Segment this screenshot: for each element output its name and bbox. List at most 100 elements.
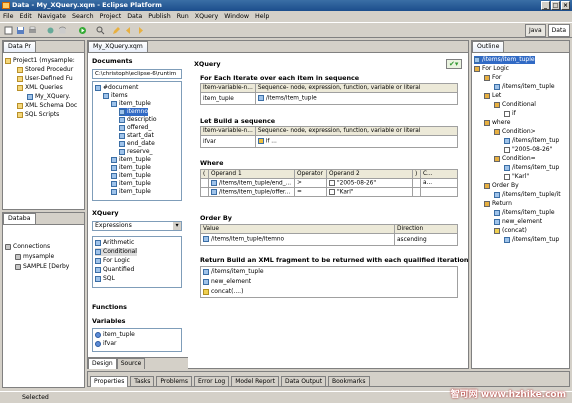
tree-item[interactable]: Conditional — [494, 101, 536, 109]
tree-item[interactable]: item_tuple — [111, 172, 151, 180]
table-row[interactable]: /items/item_tuple/itemno ascending — [200, 233, 458, 246]
database-icon[interactable] — [58, 26, 67, 35]
menu-project[interactable]: Project — [100, 11, 122, 22]
tree-item[interactable]: /items/item_tuple — [494, 209, 555, 217]
tree-item[interactable]: item_tuple — [111, 188, 151, 196]
for-section-title[interactable]: For Each Iterate over each item in seque… — [200, 74, 359, 82]
tab-my-xquery[interactable]: My_XQuery.xqm — [88, 41, 148, 52]
table-row[interactable]: ifvar if ... — [200, 135, 459, 148]
tree-item[interactable]: item_tuple — [111, 164, 151, 172]
tree-item[interactable]: "2005-08-26" — [504, 146, 552, 154]
tab-source[interactable]: Source — [116, 358, 146, 369]
documents-header[interactable]: Documents — [92, 57, 132, 65]
tree-item[interactable]: descriptio — [119, 116, 157, 124]
return-section-title[interactable]: Return Build an XML fragment to be retur… — [200, 256, 468, 264]
tree-item[interactable]: (concat) — [494, 227, 527, 235]
tab-bookmarks[interactable]: Bookmarks — [328, 376, 370, 387]
tree-item[interactable]: User-Defined Fu — [17, 75, 73, 83]
document-path-combo[interactable]: C:\christoph\eclipse-6\runtim — [92, 69, 182, 79]
menu-search[interactable]: Search — [72, 11, 94, 22]
run-icon[interactable] — [78, 26, 87, 35]
expressions-dropdown[interactable]: Expressions ▾ — [92, 221, 182, 231]
menu-run[interactable]: Run — [177, 11, 189, 22]
tab-data-output[interactable]: Data Output — [280, 376, 327, 387]
list-item[interactable]: /items/item_tuple — [203, 268, 264, 276]
tab-model-report[interactable]: Model Report — [231, 376, 279, 387]
tree-item[interactable]: if — [504, 110, 516, 118]
tree-item-selected[interactable]: /items/item_tuple — [474, 56, 535, 64]
xquery-palette-header[interactable]: XQuery — [92, 209, 119, 217]
pencil-icon[interactable] — [112, 26, 121, 35]
perspective-data[interactable]: Data — [547, 24, 570, 37]
tree-item[interactable]: end_date — [119, 140, 155, 148]
tree-item[interactable]: new_element — [494, 218, 542, 226]
table-row[interactable]: /items/item_tuple/end_... > "2005-08-26" a.… — [200, 178, 458, 188]
tree-item[interactable]: Project1 (mysample: — [5, 57, 75, 65]
tree-item[interactable]: For — [484, 74, 501, 82]
let-section-title[interactable]: Let Build a sequence — [200, 117, 275, 125]
tree-item-selected[interactable]: itemno — [119, 108, 149, 116]
minimize-button[interactable]: _ — [541, 1, 550, 10]
menu-publish[interactable]: Publish — [148, 11, 170, 22]
tree-item[interactable]: item_tuple — [111, 180, 151, 188]
tree-item[interactable]: /items/item_tuple/it — [494, 191, 561, 199]
menu-file[interactable]: File — [3, 11, 14, 22]
search-icon[interactable] — [96, 26, 105, 35]
tree-item[interactable]: where — [484, 119, 510, 127]
tree-item[interactable]: Condition> — [494, 128, 536, 136]
back-icon[interactable] — [124, 26, 133, 35]
tree-item[interactable]: Let — [484, 92, 501, 100]
forward-icon[interactable] — [136, 26, 145, 35]
tab-error-log[interactable]: Error Log — [193, 376, 230, 387]
tab-tasks[interactable]: Tasks — [130, 376, 155, 387]
menu-navigate[interactable]: Navigate — [38, 11, 66, 22]
tab-database-explorer[interactable]: Databa — [3, 213, 36, 224]
menu-data[interactable]: Data — [127, 11, 142, 22]
order-by-section-title[interactable]: Order By — [200, 214, 232, 222]
tree-item[interactable]: Connections — [5, 243, 50, 251]
variables-header[interactable]: Variables — [92, 317, 125, 325]
tree-item[interactable]: mysample — [15, 253, 54, 261]
tree-item[interactable]: /items/item_tuple — [494, 83, 555, 91]
close-button[interactable]: × — [561, 1, 570, 10]
tree-item[interactable]: Return — [484, 200, 512, 208]
tree-item[interactable]: XML Queries — [17, 84, 63, 92]
validate-button[interactable]: ✔▾ — [446, 59, 462, 69]
tree-item[interactable]: /items/item_tup — [504, 164, 559, 172]
tree-item[interactable]: #document — [95, 84, 138, 92]
tree-item[interactable]: reserve_ — [119, 148, 153, 156]
functions-header[interactable]: Functions — [92, 303, 127, 311]
save-icon[interactable] — [16, 26, 25, 35]
list-item[interactable]: ifvar — [95, 340, 116, 348]
new-icon[interactable] — [4, 26, 13, 35]
tree-item[interactable]: For Logic — [474, 65, 509, 73]
tree-item[interactable]: start_dat — [119, 132, 154, 140]
tree-item[interactable]: item_tuple — [111, 156, 151, 164]
tab-problems[interactable]: Problems — [156, 376, 192, 387]
menu-xquery[interactable]: XQuery — [195, 11, 218, 22]
where-section-title[interactable]: Where — [200, 159, 223, 167]
perspective-java[interactable]: Java — [524, 24, 546, 37]
list-item[interactable]: Conditional — [95, 248, 137, 256]
menu-help[interactable]: Help — [255, 11, 269, 22]
tab-design[interactable]: Design — [88, 358, 117, 369]
menu-edit[interactable]: Edit — [20, 11, 32, 22]
list-item[interactable]: For Logic — [95, 257, 130, 265]
menu-window[interactable]: Window — [224, 11, 249, 22]
tree-item[interactable]: Order By — [484, 182, 519, 190]
tree-item[interactable]: Stored Procedur — [17, 66, 73, 74]
tree-item[interactable]: My_XQuery. — [27, 93, 70, 101]
maximize-button[interactable]: □ — [551, 1, 560, 10]
list-item[interactable]: Arithmetic — [95, 239, 134, 247]
tree-item[interactable]: /items/item_tup — [504, 137, 559, 145]
open-type-icon[interactable] — [46, 26, 55, 35]
tree-item[interactable]: "Karl" — [504, 173, 529, 181]
list-item[interactable]: item_tuple — [95, 331, 135, 339]
table-row[interactable]: item_tuple/items/item_tuple — [200, 92, 459, 105]
tab-data-project-explorer[interactable]: Data Pr — [3, 41, 36, 52]
tree-item[interactable]: offered_ — [119, 124, 151, 132]
print-icon[interactable] — [28, 26, 37, 35]
list-item[interactable]: SQL — [95, 275, 115, 283]
list-item[interactable]: concat(....) — [203, 288, 243, 296]
tree-item[interactable]: /items/item_tup — [504, 236, 559, 244]
